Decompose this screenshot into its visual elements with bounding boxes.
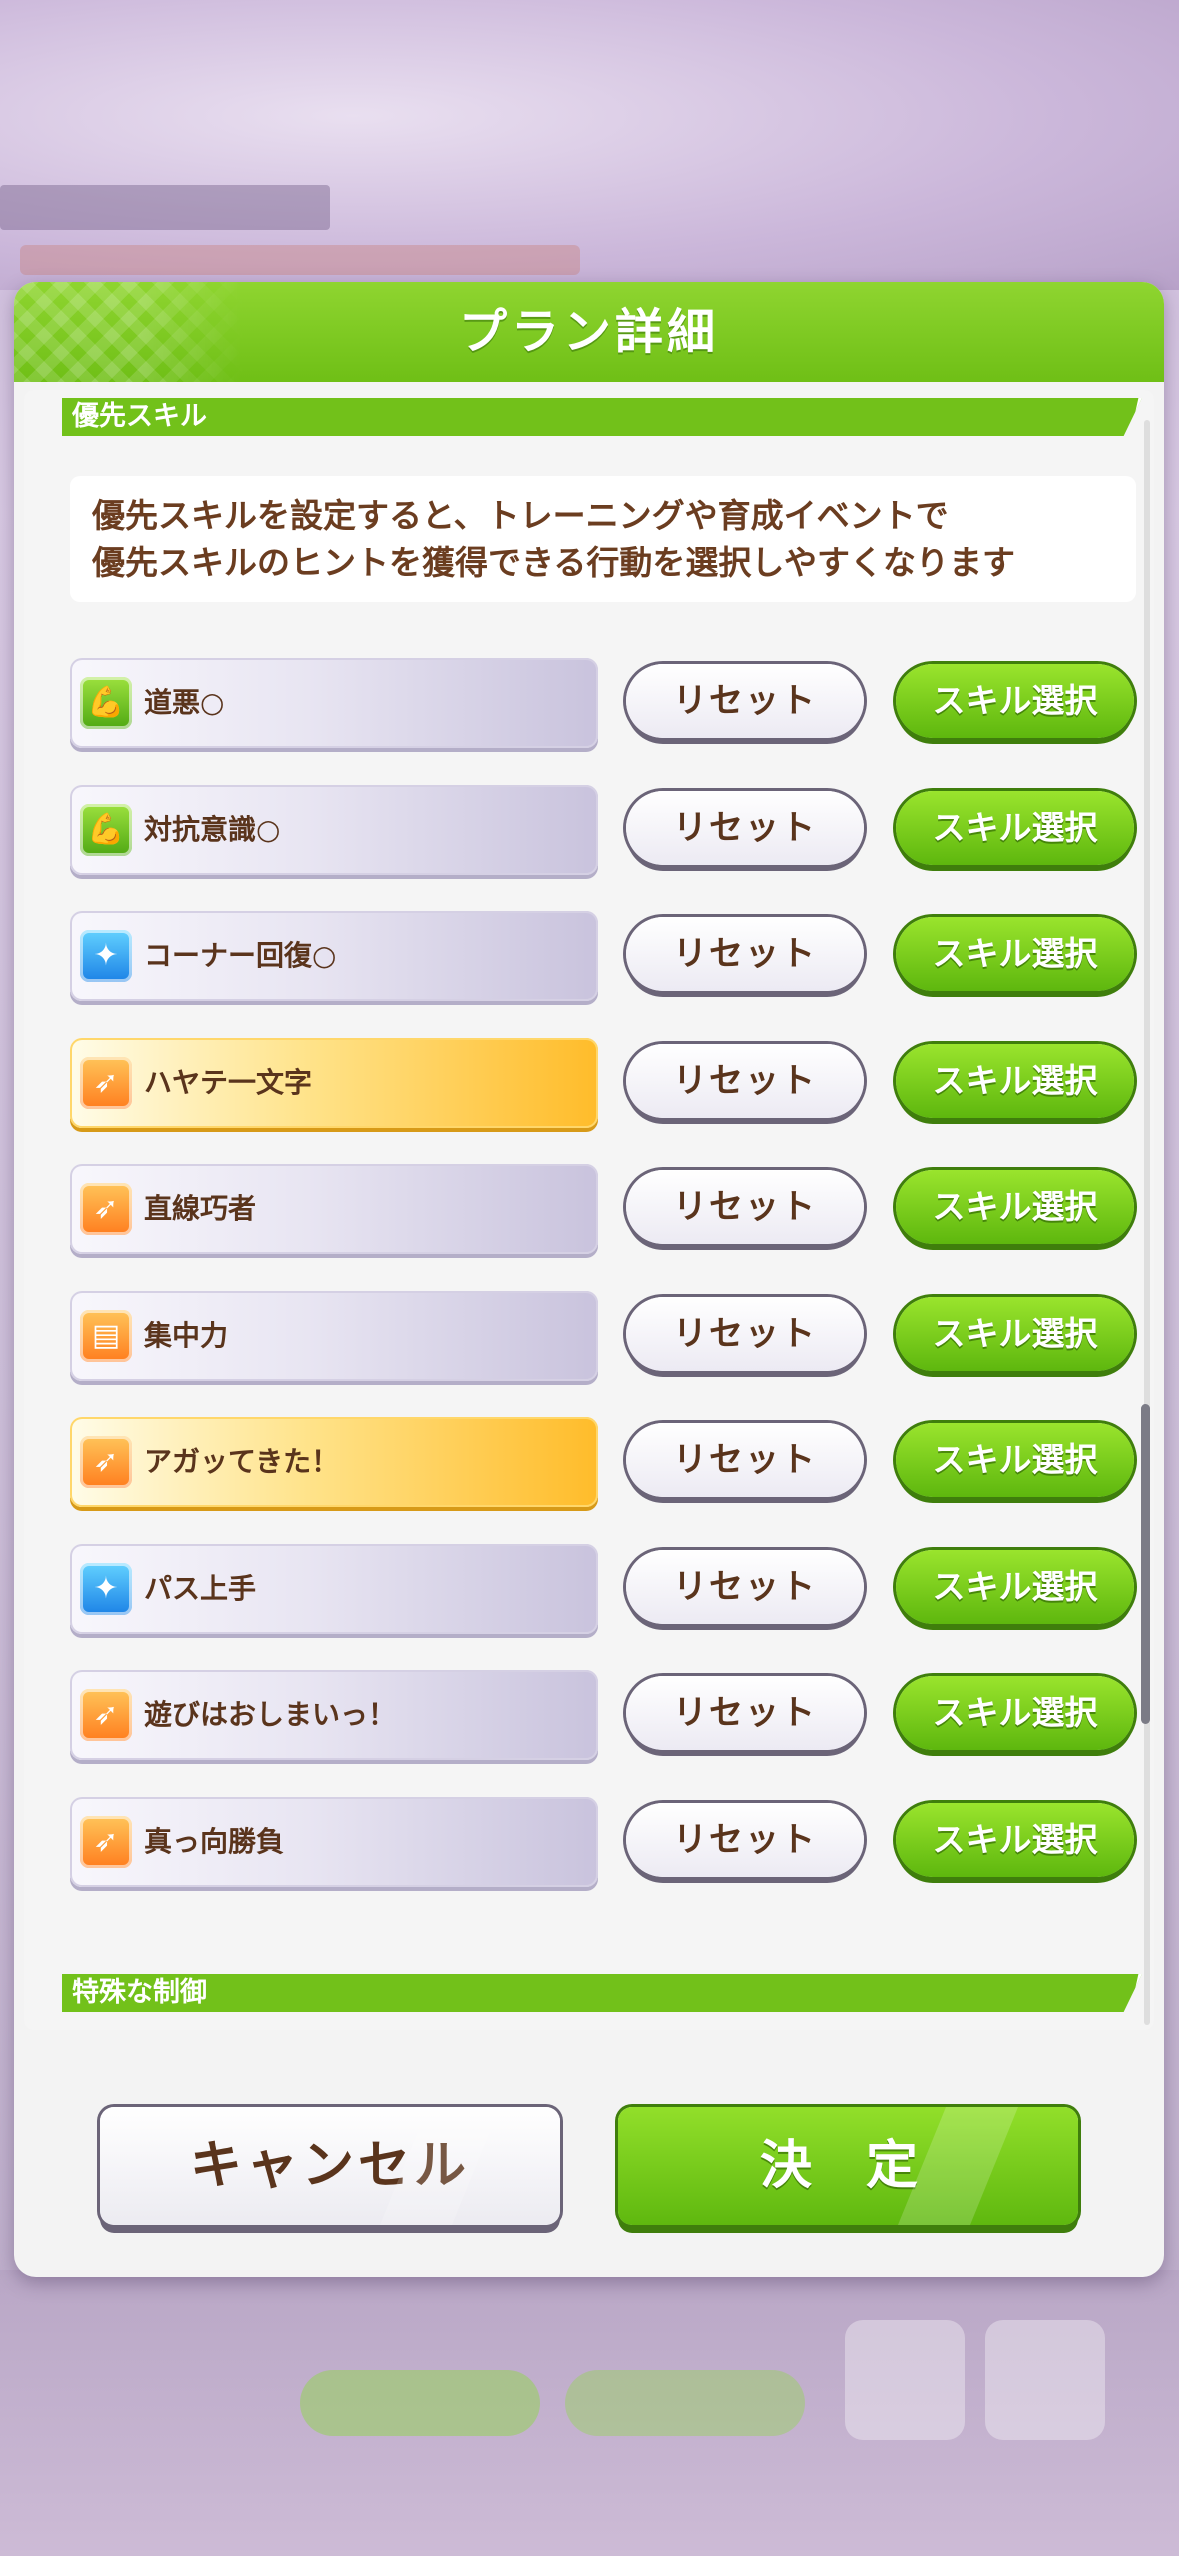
muscle-icon: 💪 [80,803,132,856]
skill-row: ➶ 遊びはおしまいっ！ リセット スキル選択 [70,1670,1136,1766]
background-button-blur [565,2370,805,2436]
skill-plate[interactable]: 💪 対抗意識○ [70,784,598,875]
dialog-title: プラン詳細 [458,304,719,360]
scrollbar-track[interactable] [1144,420,1150,2025]
select-skill-button[interactable]: スキル選択 [896,1676,1134,1750]
select-skill-button[interactable]: スキル選択 [896,1296,1134,1371]
reset-button[interactable]: リセット [626,1043,864,1118]
background-menu-blur [985,2320,1105,2440]
skill-plate[interactable]: ➶ 真っ向勝負 [70,1796,598,1887]
section-slash [1130,1974,1142,2012]
select-skill-button[interactable]: スキル選択 [896,1802,1134,1877]
skill-plate[interactable]: ✦ コーナー回復○ [70,911,598,1001]
skill-plate[interactable]: ➶ 遊びはおしまいっ！ [70,1670,598,1760]
background-button-blur [300,2370,540,2436]
runner-icon: ➶ [80,1056,132,1109]
reset-button[interactable]: リセット [626,1170,864,1244]
skill-row: 💪 道悪○ リセット スキル選択 [70,658,1136,754]
skill-name: 道悪○ [144,686,225,719]
select-skill-button[interactable]: スキル選択 [896,1043,1134,1118]
section-label: 優先スキル [72,401,207,432]
skill-row: ✦ コーナー回復○ リセット スキル選択 [70,911,1136,1007]
sparkle-icon: ✦ [80,1562,132,1615]
select-skill-button[interactable]: スキル選択 [896,790,1134,865]
reset-button[interactable]: リセット [626,1676,864,1750]
reset-button[interactable]: リセット [626,1802,864,1877]
skill-plate[interactable]: ➶ ハヤテ一文字 [70,1037,598,1128]
skill-name: アガッてきた！ [144,1445,340,1478]
skill-name: 直線巧者 [144,1192,257,1225]
select-skill-button[interactable]: スキル選択 [896,1170,1134,1244]
background-blur-strip [20,245,580,275]
reset-button[interactable]: リセット [626,1549,864,1624]
runner-icon: ➶ [80,1183,132,1235]
muscle-icon: 💪 [80,677,132,729]
skill-name: 集中力 [144,1318,229,1352]
reset-button[interactable]: リセット [626,1423,864,1497]
skill-row: ✦ パス上手 リセット スキル選択 [70,1543,1136,1640]
reset-button[interactable]: リセット [626,664,864,738]
skill-plate[interactable]: ➶ 直線巧者 [70,1164,598,1254]
background-blur-panel [0,185,330,230]
skill-plate[interactable]: ➶ アガッてきた！ [70,1417,598,1507]
select-skill-button[interactable]: スキル選択 [896,1423,1134,1497]
skill-name: 対抗意識○ [144,812,281,846]
section-header-special-control: 特殊な制御 [62,1974,1142,2012]
skill-row: ▤ 集中力 リセット スキル選択 [70,1290,1136,1387]
reset-button[interactable]: リセット [626,790,864,865]
sparkle-icon: ✦ [80,930,132,982]
skill-row: ➶ ハヤテ一文字 リセット スキル選択 [70,1037,1136,1134]
reset-button[interactable]: リセット [626,1296,864,1371]
dialog-header: プラン詳細 [14,282,1164,382]
select-skill-button[interactable]: スキル選択 [896,664,1134,738]
skill-row: 💪 対抗意識○ リセット スキル選択 [70,784,1136,881]
plan-detail-dialog: プラン詳細 優先スキル 優先スキルを設定すると、トレーニングや育成イベントで 優… [14,282,1164,2277]
description-line-2: 優先スキルのヒントを獲得できる行動を選択しやすくなります [92,543,1016,582]
skill-row: ➶ 直線巧者 リセット スキル選択 [70,1164,1136,1260]
confirm-button[interactable]: 決 定 [618,2107,1078,2225]
skill-name: コーナー回復○ [144,939,337,972]
background-icon-blur [845,2320,965,2440]
section-slash [1130,398,1142,436]
select-skill-button[interactable]: スキル選択 [896,917,1134,991]
cancel-button[interactable]: キャンセル [100,2107,560,2225]
skill-name: 遊びはおしまいっ！ [144,1698,397,1731]
dialog-content[interactable]: 優先スキル 優先スキルを設定すると、トレーニングや育成イベントで 優先スキルのヒ… [24,390,1154,2030]
select-skill-button[interactable]: スキル選択 [896,1549,1134,1624]
runner-icon: ➶ [80,1689,132,1741]
skill-row: ➶ アガッてきた！ リセット スキル選択 [70,1417,1136,1513]
section-label: 特殊な制御 [72,1977,207,2008]
section-header-priority-skills: 優先スキル [62,398,1142,436]
description-line-1: 優先スキルを設定すると、トレーニングや育成イベントで [92,496,949,535]
gate-icon: ▤ [80,1309,132,1362]
reset-button[interactable]: リセット [626,917,864,991]
runner-icon: ➶ [80,1436,132,1488]
skill-name: ハヤテ一文字 [144,1065,313,1099]
skill-name: 真っ向勝負 [144,1824,285,1858]
skill-plate[interactable]: ✦ パス上手 [70,1543,598,1634]
skill-name: パス上手 [144,1571,257,1605]
skill-plate[interactable]: ▤ 集中力 [70,1290,598,1381]
runner-icon: ➶ [80,1815,132,1868]
skill-plate[interactable]: 💪 道悪○ [70,658,598,748]
skill-row: ➶ 真っ向勝負 リセット スキル選択 [70,1796,1136,1893]
scrollbar-thumb[interactable] [1141,1404,1150,1724]
description-box: 優先スキルを設定すると、トレーニングや育成イベントで 優先スキルのヒントを獲得で… [70,476,1136,602]
